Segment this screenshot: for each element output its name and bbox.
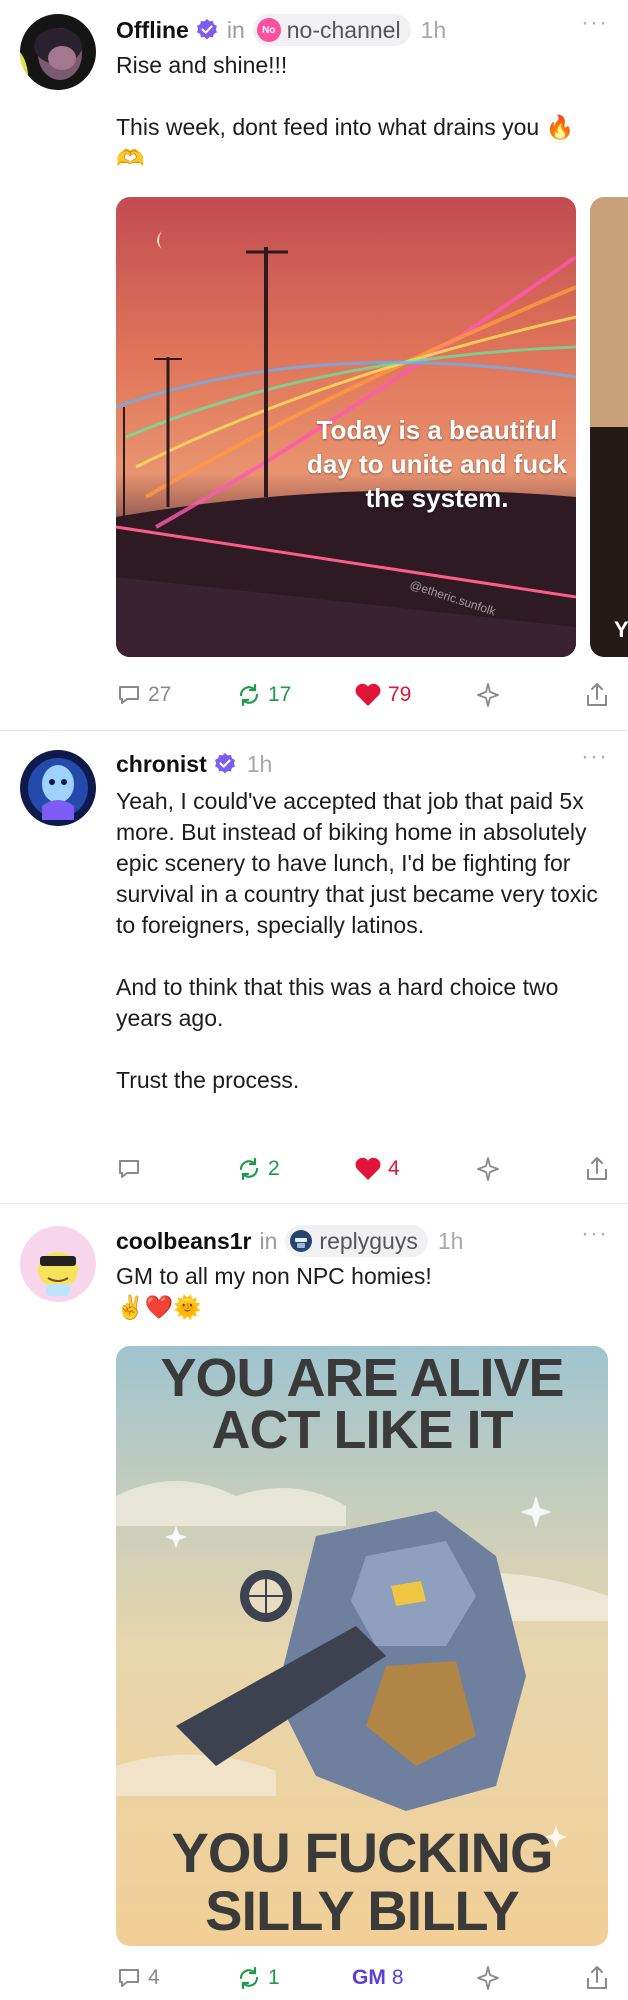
post-image-partial[interactable]: Y [590,197,628,657]
post-coolbeans1r[interactable]: coolbeans1r in replyguys 1h ··· GM to al… [0,1204,628,2000]
gm-label: GM [352,1966,386,1989]
username[interactable]: coolbeans1r [116,1228,252,1255]
heart-icon [355,1157,381,1180]
share-button[interactable] [584,1151,610,1187]
star-icon [477,1966,499,1990]
reply-button[interactable] [116,1151,148,1187]
share-icon [587,683,607,706]
reply-icon [119,686,139,704]
recast-button[interactable]: 2 [236,1151,280,1187]
more-icon[interactable]: ··· [581,1222,608,1246]
timestamp: 1h [437,1227,464,1254]
timestamp: 1h [420,16,447,43]
poster-bottom-line-2: SILLY BILLY [205,1879,520,1942]
post-header: coolbeans1r in replyguys 1h [116,1225,463,1257]
channel-chip[interactable]: replyguys [285,1225,428,1257]
reply-count: 4 [148,1966,160,1989]
poster-top-line-2: ACT LIKE IT [211,1400,514,1460]
post-actions: 2 4 [116,1151,612,1187]
gm-count: 8 [391,1966,404,1989]
channel-icon: No [256,18,281,42]
verified-icon [196,19,217,40]
share-icon [587,1966,607,1989]
more-icon[interactable]: ··· [581,11,608,35]
channel-name: no-channel [286,16,401,43]
bookmark-button[interactable] [474,677,502,713]
like-count: 79 [388,683,412,706]
more-icon[interactable]: ··· [581,745,608,769]
poster-top-line-1: YOU ARE ALIVE [160,1348,564,1408]
post-image[interactable]: Today is a beautiful day to unite and fu… [116,197,576,657]
share-button[interactable] [584,1960,610,1996]
post-chronist[interactable]: chronist 1h ··· Yeah, I could've accepte… [0,731,628,1203]
post-text: Rise and shine!!! This week, dont feed i… [116,52,575,171]
avatar[interactable] [20,1226,96,1302]
post-header: chronist 1h [116,748,272,780]
share-icon [587,1157,607,1180]
gm-button[interactable]: GM 8 [352,1960,404,1996]
heart-icon [355,683,381,706]
recast-button[interactable]: 1 [236,1960,280,1996]
second-image [590,197,628,657]
post-header: Offline in No no-channel 1h [116,14,446,46]
in-label: in [259,1227,278,1254]
in-label: in [226,16,245,43]
avatar[interactable] [20,14,96,90]
recast-icon [239,1157,259,1181]
partial-image-letter: Y [614,617,628,642]
timestamp: 1h [246,750,273,777]
like-count: 4 [388,1157,400,1180]
post-actions: 27 17 79 [116,677,612,713]
share-button[interactable] [584,677,610,713]
image-caption: Today is a beautiful day to unite and fu… [306,415,568,513]
recast-count: 1 [268,1966,280,1989]
reply-icon [119,1160,139,1178]
reply-count: 27 [148,683,172,706]
channel-icon [290,1230,313,1252]
recast-button[interactable]: 17 [236,677,291,713]
recast-count: 17 [268,683,292,706]
verified-icon [214,753,235,774]
recast-icon [239,683,259,707]
like-button[interactable]: 79 [354,677,411,713]
recast-count: 2 [268,1157,280,1180]
bookmark-button[interactable] [474,1151,502,1187]
star-icon [477,1157,499,1181]
post-image[interactable]: YOU ARE ALIVE ACT LIKE IT YOU FUCKING SI… [116,1346,608,1946]
reply-icon [119,1969,139,1987]
star-icon [477,683,499,707]
username[interactable]: chronist [116,751,207,778]
username[interactable]: Offline [116,17,189,44]
avatar[interactable] [20,750,96,826]
like-button[interactable]: 4 [354,1151,400,1187]
post-offline[interactable]: Offline in No no-channel 1h ··· Rise and… [0,0,628,730]
channel-chip[interactable]: No no-channel [252,14,411,46]
post-actions: 4 1 GM 8 [116,1960,612,1996]
channel-name: replyguys [319,1227,418,1254]
reply-button[interactable]: 27 [116,677,171,713]
post-text: Yeah, I could've accepted that job that … [116,788,598,1093]
bookmark-button[interactable] [474,1960,502,1996]
recast-icon [239,1966,259,1990]
poster-bottom-line-1: YOU FUCKING [171,1821,554,1884]
reply-button[interactable]: 4 [116,1960,160,1996]
post-text: GM to all my non NPC homies! ✌️❤️🌞 [116,1263,432,1320]
